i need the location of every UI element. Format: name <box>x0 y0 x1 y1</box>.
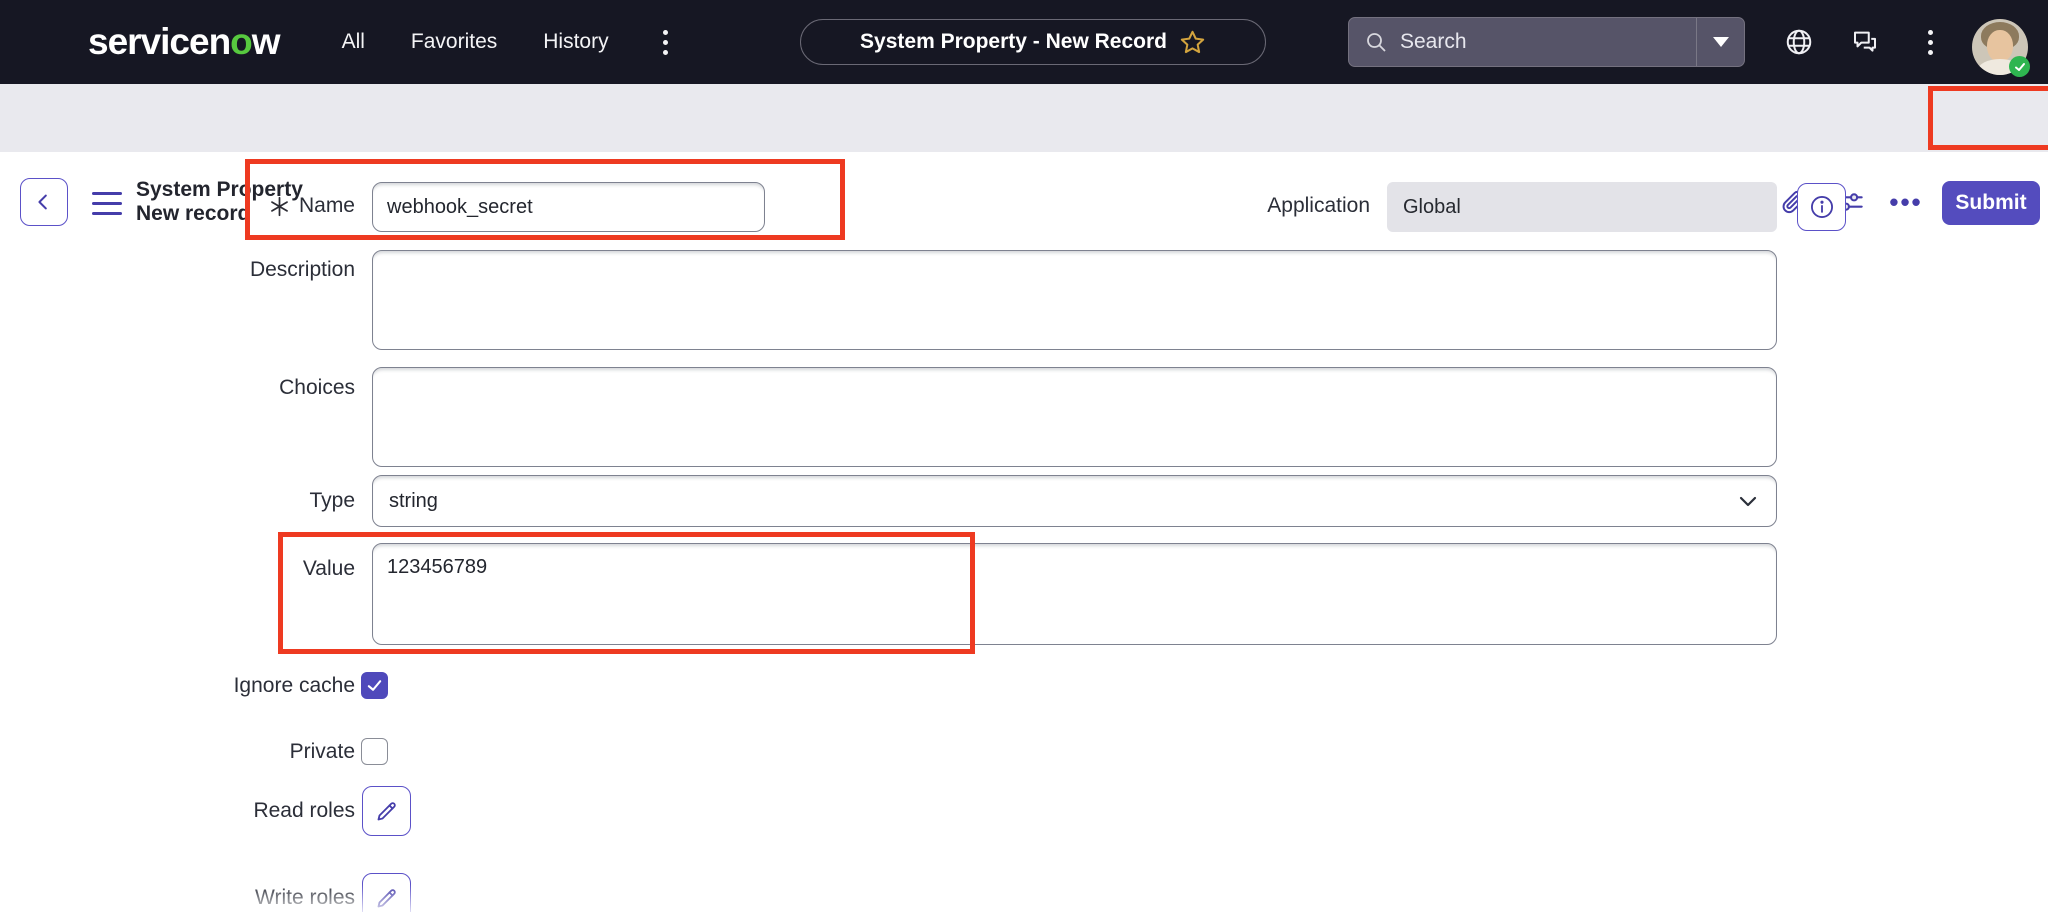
choices-label: Choices <box>279 376 355 400</box>
record-header-bar: System Property New record ••• Submit <box>0 84 2048 152</box>
search-scope-dropdown[interactable] <box>1696 18 1744 66</box>
application-readonly-field: Global <box>1387 182 1777 232</box>
open-record-pill[interactable]: System Property - New Record <box>800 19 1266 65</box>
application-label: Application <box>1267 194 1370 218</box>
servicenow-logo[interactable]: servicenow <box>88 21 280 63</box>
description-label: Description <box>250 258 355 282</box>
submit-button[interactable]: Submit <box>1942 181 2040 225</box>
favorite-star-icon[interactable] <box>1179 29 1206 56</box>
caret-down-icon <box>1713 37 1729 47</box>
avatar[interactable] <box>1972 19 2028 75</box>
value-textarea[interactable]: 123456789 <box>372 543 1777 645</box>
ellipsis-icon: ••• <box>1889 187 1922 218</box>
global-search <box>1348 17 1745 67</box>
nav-item-favorites[interactable]: Favorites <box>411 30 497 54</box>
chevron-left-icon <box>33 191 55 213</box>
ignore-cache-label: Ignore cache <box>234 674 355 698</box>
private-label: Private <box>290 740 355 764</box>
globe-icon[interactable] <box>1777 0 1821 84</box>
logo-text: servicen <box>88 21 230 62</box>
nav-overflow-icon[interactable] <box>655 26 676 59</box>
required-asterisk-icon <box>269 196 290 217</box>
private-checkbox[interactable] <box>361 738 388 765</box>
record-pill-title: System Property - New Record <box>860 30 1167 54</box>
form-context-menu-icon[interactable] <box>92 192 122 215</box>
logo-text-end: w <box>252 21 280 62</box>
top-nav-bar: servicenow All Favorites History System … <box>0 0 2048 84</box>
servicenow-new-record-page: servicenow All Favorites History System … <box>0 0 2048 912</box>
pencil-icon <box>375 799 399 823</box>
write-roles-label: Write roles <box>255 886 355 910</box>
chevron-down-icon <box>1736 489 1760 513</box>
type-select[interactable]: string <box>372 475 1777 527</box>
write-roles-edit-button[interactable] <box>362 873 411 912</box>
description-textarea[interactable] <box>372 250 1777 350</box>
info-icon <box>1809 194 1835 220</box>
name-label: Name <box>269 194 355 218</box>
search-input[interactable] <box>1388 30 1696 54</box>
chat-icon[interactable] <box>1843 0 1887 84</box>
checkmark-icon <box>366 677 383 694</box>
type-label: Type <box>309 489 355 513</box>
nav-more-icon[interactable] <box>1908 0 1952 84</box>
nav-menu: All Favorites History <box>342 26 676 59</box>
ignore-cache-checkbox[interactable] <box>361 672 388 699</box>
read-roles-edit-button[interactable] <box>362 786 411 836</box>
application-info-button[interactable] <box>1797 183 1846 231</box>
name-input[interactable] <box>372 182 765 232</box>
back-button[interactable] <box>20 178 68 226</box>
more-options-button[interactable]: ••• <box>1884 180 1928 224</box>
search-icon <box>1364 30 1388 54</box>
status-online-icon <box>2009 56 2030 77</box>
value-label: Value <box>303 557 355 581</box>
nav-item-all[interactable]: All <box>342 30 365 54</box>
pencil-icon <box>375 886 399 910</box>
nav-item-history[interactable]: History <box>543 30 608 54</box>
type-selected-value: string <box>389 490 438 513</box>
logo-green-o-icon: o <box>230 21 252 62</box>
read-roles-label: Read roles <box>253 799 355 823</box>
choices-textarea[interactable] <box>372 367 1777 467</box>
